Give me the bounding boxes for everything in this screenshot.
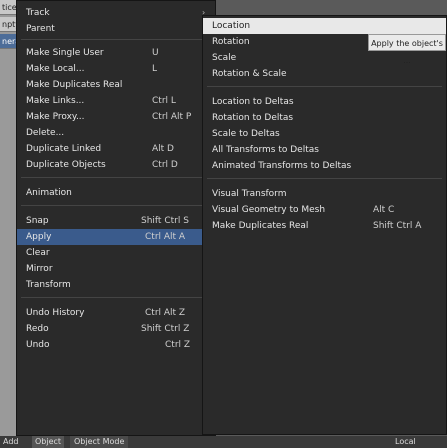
menu-label: Undo: [26, 340, 50, 350]
menu-label: Make Proxy...: [26, 112, 85, 122]
menu-label: Snap: [26, 216, 49, 226]
submenu-item-visual-transform[interactable]: Visual Transform: [203, 186, 446, 202]
menu-item-make-duplicates-real[interactable]: Make Duplicates Real: [17, 77, 215, 93]
submenu-separator: [207, 86, 442, 87]
submenu-item-location[interactable]: Location: [203, 18, 446, 34]
submenu-label: All Transforms to Deltas: [212, 145, 319, 155]
submenu-shortcut: Alt C: [373, 205, 395, 215]
bottom-header-bar: Add Object Object Mode Local: [0, 436, 447, 448]
menu-item-undo-history[interactable]: Undo History Ctrl Alt Z: [17, 305, 215, 321]
object-menu-tab[interactable]: Object: [32, 436, 65, 448]
submenu-item-animated-transforms-deltas[interactable]: Animated Transforms to Deltas: [203, 158, 446, 174]
menu-separator: [21, 177, 211, 178]
object-menu: Track › Parent › Make Single User U › Ma…: [16, 0, 216, 436]
submenu-item-scale-deltas[interactable]: Scale to Deltas: [203, 126, 446, 142]
submenu-label: Visual Geometry to Mesh: [212, 205, 326, 215]
menu-shortcut: Ctrl Alt P: [152, 112, 192, 122]
menu-label: Transform: [26, 280, 71, 290]
menu-item-apply[interactable]: Apply Ctrl Alt A ›: [17, 229, 215, 245]
menu-item-undo[interactable]: Undo Ctrl Z: [17, 337, 215, 353]
menu-label: Mirror: [26, 264, 53, 274]
submenu-label: Rotation to Deltas: [212, 113, 294, 123]
menu-item-animation[interactable]: Animation ›: [17, 185, 215, 201]
menu-item-snap[interactable]: Snap Shift Ctrl S ›: [17, 213, 215, 229]
submenu-item-rotation-deltas[interactable]: Rotation to Deltas: [203, 110, 446, 126]
menu-item-make-single-user[interactable]: Make Single User U ›: [17, 45, 215, 61]
submenu-label: Rotation & Scale: [212, 69, 287, 79]
menu-shortcut: L: [152, 64, 158, 74]
submenu-shortcut: Shift Ctrl A: [373, 221, 422, 231]
menu-item-duplicate-linked[interactable]: Duplicate Linked Alt D: [17, 141, 215, 157]
apply-submenu: Location Rotation Scale Rotation & Scale…: [202, 15, 447, 435]
menu-item-make-links[interactable]: Make Links... Ctrl L ›: [17, 93, 215, 109]
add-menu[interactable]: Add: [3, 436, 19, 448]
menu-item-redo[interactable]: Redo Shift Ctrl Z: [17, 321, 215, 337]
submenu-label: Visual Transform: [212, 189, 287, 199]
menu-label: Track: [26, 8, 50, 18]
menu-label: Clear: [26, 248, 50, 258]
menu-label: Parent: [26, 24, 55, 34]
menu-item-make-proxy[interactable]: Make Proxy... Ctrl Alt P: [17, 109, 215, 125]
menu-label: Animation: [26, 188, 72, 198]
menu-shortcut: Shift Ctrl S: [141, 216, 189, 226]
submenu-label: Scale to Deltas: [212, 129, 280, 139]
menu-shortcut: U: [152, 48, 159, 58]
menu-label: Make Links...: [26, 96, 85, 106]
menu-separator: [21, 205, 211, 206]
menu-item-make-local[interactable]: Make Local... L ›: [17, 61, 215, 77]
menu-item-delete[interactable]: Delete...: [17, 125, 215, 141]
submenu-label: Rotation: [212, 37, 250, 47]
menu-separator: [21, 39, 211, 40]
menu-item-clear[interactable]: Clear ›: [17, 245, 215, 261]
menu-shortcut: Ctrl Alt A: [145, 232, 186, 242]
menu-label: Undo History: [26, 308, 85, 318]
menu-label: Duplicate Linked: [26, 144, 102, 154]
submenu-item-location-deltas[interactable]: Location to Deltas: [203, 94, 446, 110]
menu-label: Redo: [26, 324, 49, 334]
menu-shortcut: Shift Ctrl Z: [141, 324, 190, 334]
menu-item-transform[interactable]: Transform ›: [17, 277, 215, 293]
menu-label: Duplicate Objects: [26, 160, 106, 170]
submenu-item-visual-geometry[interactable]: Visual Geometry to Mesh Alt C: [203, 202, 446, 218]
menu-label: Make Local...: [26, 64, 85, 74]
submenu-label: Animated Transforms to Deltas: [212, 161, 352, 171]
menu-shortcut: Ctrl D: [152, 160, 178, 170]
menu-item-mirror[interactable]: Mirror ›: [17, 261, 215, 277]
submenu-item-all-transforms-deltas[interactable]: All Transforms to Deltas: [203, 142, 446, 158]
menu-item-track[interactable]: Track ›: [17, 5, 215, 21]
pivot-local-selector[interactable]: Local: [395, 436, 416, 448]
menu-separator: [21, 297, 211, 298]
menu-item-duplicate-objects[interactable]: Duplicate Objects Ctrl D: [17, 157, 215, 173]
tooltip: Apply the object's ...: [368, 34, 446, 65]
menu-label: Delete...: [26, 128, 65, 138]
menu-shortcut: Alt D: [152, 144, 174, 154]
menu-label: Make Duplicates Real: [26, 80, 123, 90]
menu-label: Make Single User: [26, 48, 104, 58]
menu-shortcut: Ctrl Z: [165, 340, 191, 350]
menu-item-parent[interactable]: Parent ›: [17, 21, 215, 37]
submenu-label: Scale: [212, 53, 237, 63]
menu-shortcut: Ctrl Alt Z: [145, 308, 186, 318]
menu-label: Apply: [26, 232, 52, 242]
submenu-label: Make Duplicates Real: [212, 221, 309, 231]
submenu-label: Location: [212, 21, 251, 31]
submenu-label: Location to Deltas: [212, 97, 294, 107]
menu-shortcut: Ctrl L: [152, 96, 176, 106]
submenu-separator: [207, 178, 442, 179]
mode-selector[interactable]: Object Mode: [70, 436, 129, 448]
submenu-item-make-duplicates-real[interactable]: Make Duplicates Real Shift Ctrl A: [203, 218, 446, 234]
